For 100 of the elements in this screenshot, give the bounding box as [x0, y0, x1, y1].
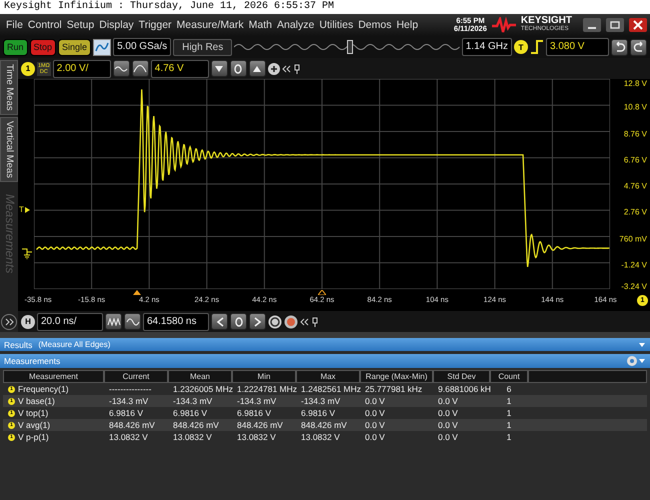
- column-header[interactable]: Measurement: [3, 370, 104, 383]
- minimize-icon: [588, 27, 596, 29]
- offset-up-button[interactable]: [248, 60, 266, 77]
- time-scale-field[interactable]: 20.0 ns/: [37, 312, 103, 330]
- voltage-axis-label: 8.76 V: [624, 129, 647, 138]
- vertical-offset-field[interactable]: 4.76 V: [150, 60, 209, 78]
- record-icon[interactable]: [284, 314, 298, 328]
- table-cell-text: 13.0832 V: [236, 431, 277, 443]
- pin-icon[interactable]: [292, 64, 301, 74]
- position-left-button[interactable]: [211, 313, 228, 330]
- channel-badge[interactable]: 1: [21, 62, 35, 76]
- wave-icon: [234, 42, 460, 52]
- offset-down-button[interactable]: [210, 60, 228, 77]
- waveform-icon: [95, 41, 110, 53]
- column-header[interactable]: Max: [296, 370, 360, 383]
- sine-icon: [133, 64, 148, 72]
- delay-slider[interactable]: [234, 40, 460, 54]
- fine-button[interactable]: [124, 313, 141, 330]
- double-chevron-icon: [4, 318, 14, 326]
- fine-button[interactable]: [132, 60, 149, 77]
- stop-button[interactable]: Stop: [30, 38, 56, 56]
- sample-rate-field[interactable]: 5.00 GSa/s: [113, 38, 172, 56]
- zoom-icon[interactable]: [268, 314, 282, 328]
- autoscale-button[interactable]: [93, 38, 112, 56]
- menu-item[interactable]: Math: [248, 19, 272, 31]
- table-cell-text: 1: [506, 431, 512, 443]
- horizontal-badge[interactable]: H: [21, 314, 35, 328]
- bandwidth-field[interactable]: 1.14 GHz: [462, 38, 512, 56]
- redo-icon: [632, 41, 644, 53]
- pin-icon[interactable]: [311, 316, 319, 326]
- side-tab[interactable]: Vertical Meas: [0, 116, 18, 182]
- table-cell-text: 848.426 mV: [236, 419, 284, 431]
- add-icon[interactable]: [268, 62, 280, 74]
- rising-edge-icon[interactable]: [530, 40, 544, 54]
- menu-item[interactable]: File: [6, 19, 23, 31]
- ring-icon: [234, 316, 242, 326]
- menu-item[interactable]: Trigger: [138, 19, 172, 31]
- trigger-level-field[interactable]: 3.080 V: [546, 38, 609, 56]
- table-cell-text: 0.0 V: [437, 407, 459, 419]
- table-cell-text: 1: [506, 419, 512, 431]
- redo-button[interactable]: [630, 38, 647, 56]
- settings-icon[interactable]: [626, 355, 646, 367]
- table-cell-text: -134.3 mV: [300, 395, 342, 407]
- sine-icon: [114, 64, 128, 72]
- table-cell-text: 0.0 V: [364, 407, 386, 419]
- column-header[interactable]: Min: [232, 370, 296, 383]
- expand-button[interactable]: [1, 314, 17, 330]
- table-cell-text: 13.0832 V: [300, 431, 341, 443]
- table-cell-text: 1.2482561 MHz: [300, 383, 360, 395]
- voltage-axis-label: -3.24 V: [621, 282, 647, 291]
- run-button[interactable]: Run: [3, 38, 28, 56]
- column-header[interactable]: Range (Max-Min): [360, 370, 433, 383]
- double-chevron-icon[interactable]: [300, 318, 309, 326]
- column-header[interactable]: Mean: [168, 370, 232, 383]
- undo-button[interactable]: [611, 38, 628, 56]
- table-cell-text: 13.0832 V: [108, 431, 149, 443]
- slider-thumb[interactable]: [346, 40, 353, 54]
- table-cell: Frequency(1): [18, 383, 69, 395]
- minimize-button[interactable]: [583, 18, 601, 32]
- menu-item[interactable]: Setup: [66, 19, 94, 31]
- table-cell-text: -134.3 mV: [236, 395, 278, 407]
- menu-item[interactable]: Analyze: [277, 19, 314, 31]
- time-reference-marker: [318, 290, 326, 295]
- menu-item[interactable]: Help: [396, 19, 418, 31]
- ground-marker-icon[interactable]: [20, 247, 32, 259]
- position-right-button[interactable]: [249, 313, 266, 330]
- side-tab[interactable]: Time Meas: [0, 60, 18, 115]
- time-position-field[interactable]: 64.1580 ns: [143, 312, 209, 330]
- double-chevron-icon[interactable]: [282, 64, 291, 72]
- table-cell-text: 6.9816 V: [300, 407, 336, 419]
- menu-item[interactable]: Control: [28, 19, 62, 31]
- single-button[interactable]: Single: [58, 38, 92, 56]
- column-header[interactable]: Std Dev: [433, 370, 490, 383]
- voltage-axis-label: 12.8 V: [624, 79, 647, 88]
- voltage-axis-label: -1.24 V: [621, 260, 647, 270]
- menu-item[interactable]: Measure/Mark: [176, 19, 244, 31]
- voltage-axis-label: 2.76 V: [624, 208, 647, 217]
- ring-icon: [234, 64, 242, 74]
- vertical-scale-field[interactable]: 2.00 V/: [52, 60, 111, 78]
- voltage-axis-label: 760 mV: [619, 234, 647, 243]
- acquisition-mode-button[interactable]: High Res: [173, 38, 232, 56]
- coarse-button[interactable]: [112, 60, 130, 77]
- column-header[interactable]: Count: [490, 370, 528, 383]
- trigger-level-marker[interactable]: T: [19, 205, 24, 214]
- column-header[interactable]: Current: [104, 370, 168, 383]
- close-button[interactable]: [629, 18, 647, 32]
- table-cell-text: 1: [506, 407, 512, 419]
- table-cell: V base(1): [18, 395, 55, 407]
- trigger-badge[interactable]: T: [514, 40, 528, 54]
- coarse-button[interactable]: [105, 313, 122, 330]
- menu-item[interactable]: Demos: [358, 19, 392, 31]
- dropdown-icon[interactable]: [638, 342, 646, 348]
- menu-item[interactable]: Display: [99, 19, 134, 31]
- menu-item[interactable]: Utilities: [319, 19, 354, 31]
- table-cell-text: 6.9816 V: [108, 407, 144, 419]
- table-cell-text: 0.0 V: [437, 431, 459, 443]
- maximize-icon: [610, 20, 620, 30]
- offset-zero-button[interactable]: [230, 60, 247, 77]
- maximize-button[interactable]: [606, 18, 624, 32]
- position-zero-button[interactable]: [230, 313, 247, 330]
